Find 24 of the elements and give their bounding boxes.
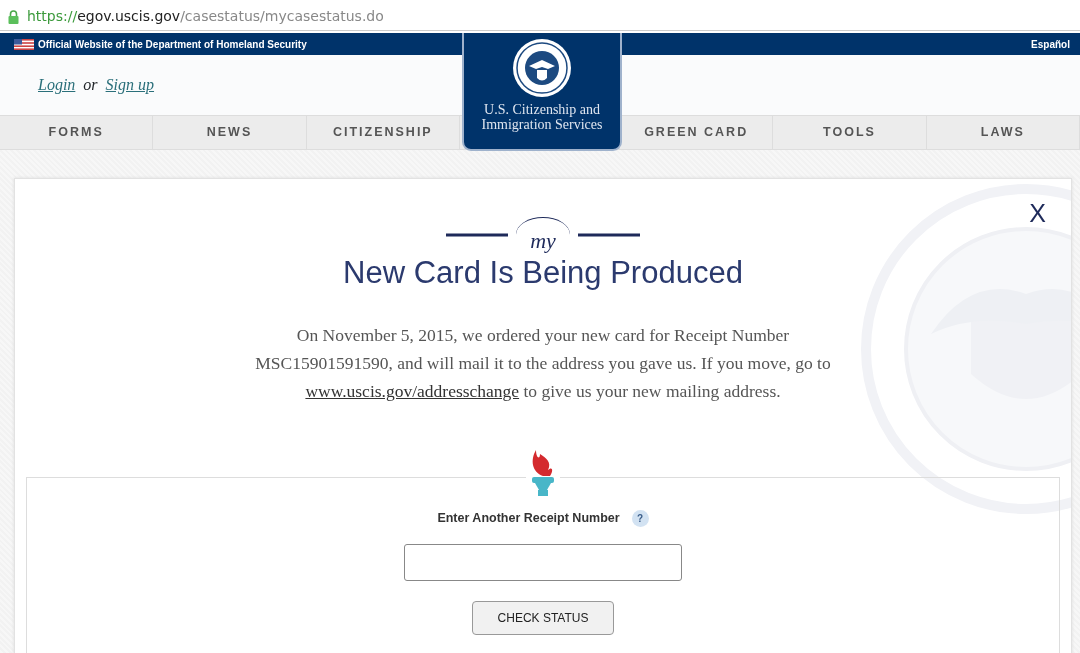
address-change-link[interactable]: www.uscis.gov/addresschange <box>305 381 520 402</box>
flag-icon <box>14 38 34 50</box>
official-website-text: Official Website of the Department of Homeland Security <box>38 37 307 52</box>
close-button[interactable]: X <box>1029 201 1046 226</box>
lock-icon <box>8 9 19 24</box>
my-logo: my <box>446 217 640 252</box>
language-link[interactable]: Español <box>1031 36 1070 52</box>
nav-link[interactable]: CITIZENSHIP <box>306 116 460 149</box>
status-message: On November 5, 2015, we ordered your new card for Receipt Number MSC15901591590, and will mail it to the address you gave us. If you move, go to www.uscis.gov/addresschange to give us your new mailing address. <box>254 324 832 404</box>
receipt-number-label: Enter Another Receipt Number <box>437 510 620 528</box>
url-field[interactable]: https://egov.uscis.gov/casestatus/mycasestatus.do <box>27 6 384 27</box>
nav-link[interactable]: NEWS <box>153 116 307 149</box>
status-title: New Card Is Being Produced <box>343 254 743 292</box>
login-link[interactable]: Login <box>38 73 76 97</box>
agency-name: U.S. Citizenship and Immigration Services <box>480 102 604 132</box>
receipt-number-field[interactable] <box>404 543 682 581</box>
help-button[interactable]: ? <box>631 510 649 528</box>
sign-up-link[interactable]: Sign up <box>105 73 155 97</box>
nav-link[interactable]: TOOLS <box>773 116 927 149</box>
nav-link[interactable]: LAWS <box>926 116 1080 149</box>
nav-link[interactable]: FORMS <box>0 116 154 149</box>
seal-icon <box>512 38 572 98</box>
check-status-button[interactable]: CHECK STATUS <box>472 600 614 635</box>
or-text: or <box>83 75 98 95</box>
